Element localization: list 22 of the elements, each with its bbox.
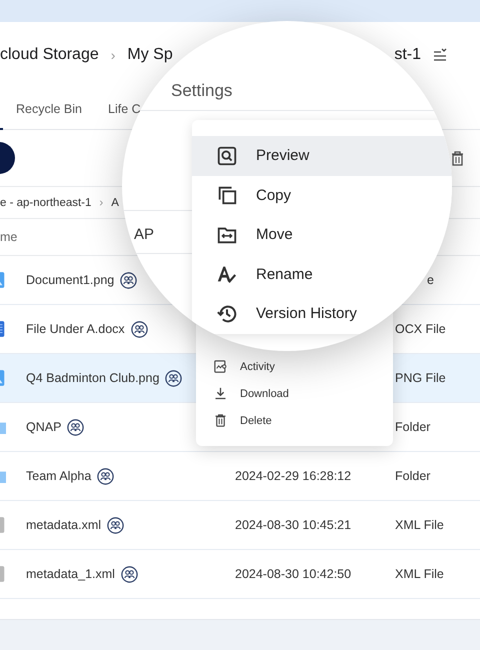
file-name: metadata.xml [26, 518, 102, 532]
file-name: Q4 Badminton Club.png [26, 371, 160, 385]
file-type: XML File [395, 567, 444, 581]
path-separator: › [99, 196, 104, 208]
file-name: Document1.png [26, 273, 114, 287]
file-name: File Under A.docx [26, 322, 125, 336]
file-type: XML File [395, 518, 444, 532]
file-name: QNAP [26, 420, 62, 434]
region-label: st-1 [394, 46, 421, 64]
modified-date: 2024-08-30 10:42:50 [235, 567, 352, 581]
file-name: Team Alpha [26, 469, 92, 483]
file-type: OCX File [395, 322, 446, 336]
settings-heading: Settings [171, 81, 232, 101]
file-type: Folder [395, 469, 430, 483]
file-name: metadata_1.xml [26, 567, 115, 581]
magnified-text: AP [134, 226, 154, 243]
file-type: PNG File [395, 371, 446, 385]
file-type: e [426, 273, 434, 287]
breadcrumb-separator: › [110, 47, 116, 63]
modified-date: 2024-02-29 16:28:12 [235, 469, 352, 483]
modified-date: 2024-08-30 10:45:21 [235, 518, 352, 532]
file-type: Folder [395, 420, 430, 434]
